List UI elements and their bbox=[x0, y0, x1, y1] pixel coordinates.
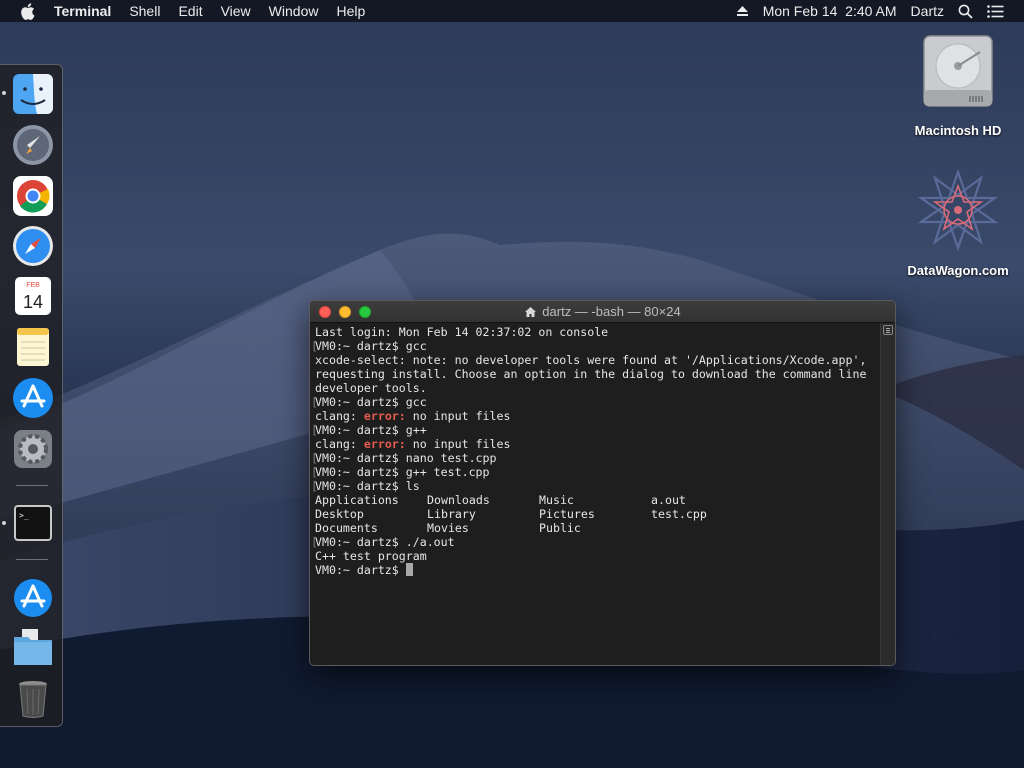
datawagon-star-icon bbox=[917, 168, 999, 252]
terminal-titlebar[interactable]: dartz — -bash — 80×24 bbox=[310, 301, 895, 323]
home-folder-icon bbox=[525, 306, 537, 317]
terminal-line: developer tools. bbox=[315, 381, 427, 395]
error-label: error: bbox=[363, 437, 406, 451]
zoom-button[interactable] bbox=[359, 306, 371, 318]
desktop-icon-macintosh-hd[interactable]: Macintosh HD bbox=[903, 32, 1013, 138]
dock: FEB 14 >_ bbox=[0, 64, 63, 727]
notes-icon[interactable] bbox=[12, 326, 54, 368]
minimize-button[interactable] bbox=[339, 306, 351, 318]
terminal-line: [VM0:~ dartz$ ls] bbox=[311, 479, 885, 493]
system-preferences-icon[interactable] bbox=[12, 428, 54, 470]
terminal-line: [VM0:~ dartz$ gcc] bbox=[311, 395, 885, 409]
apple-menu-icon[interactable] bbox=[20, 2, 38, 20]
safari-icon[interactable] bbox=[12, 225, 54, 267]
terminal-line: Last login: Mon Feb 14 02:37:02 on conso… bbox=[315, 325, 609, 339]
desktop-icon-label: Macintosh HD bbox=[914, 123, 1002, 138]
terminal-line: [VM0:~ dartz$ ./a.out] bbox=[311, 535, 885, 549]
downloads-folder-icon[interactable] bbox=[12, 627, 54, 669]
terminal-line: [VM0:~ dartz$ g++ test.cpp] bbox=[311, 465, 885, 479]
terminal-line: xcode-select: note: no developer tools w… bbox=[315, 353, 867, 367]
error-label: error: bbox=[363, 409, 406, 423]
close-button[interactable] bbox=[319, 306, 331, 318]
menu-app-terminal[interactable]: Terminal bbox=[54, 0, 120, 22]
chrome-icon[interactable] bbox=[12, 175, 54, 217]
terminal-line: [VM0:~ dartz$ gcc] bbox=[311, 339, 885, 353]
calendar-icon[interactable]: FEB 14 bbox=[12, 275, 54, 317]
terminal-scrollbar[interactable] bbox=[880, 323, 895, 665]
terminal-window[interactable]: dartz — -bash — 80×24 Last login: Mon Fe… bbox=[309, 300, 896, 666]
menu-bar: Terminal Shell Edit View Window Help Mon… bbox=[0, 0, 1024, 22]
terminal-line: clang: error: no input files bbox=[315, 409, 511, 423]
trash-icon[interactable] bbox=[12, 677, 54, 719]
terminal-line: C++ test program bbox=[315, 549, 427, 563]
menu-edit[interactable]: Edit bbox=[169, 0, 211, 22]
text-cursor bbox=[405, 563, 413, 576]
ls-output-row: Documents Movies Public bbox=[315, 521, 581, 535]
terminal-prompt-line[interactable]: VM0:~ dartz$ bbox=[315, 563, 895, 577]
menu-help[interactable]: Help bbox=[327, 0, 374, 22]
eject-icon[interactable] bbox=[736, 5, 749, 17]
ls-output-row: Applications Downloads Music a.out bbox=[315, 493, 686, 507]
menu-view[interactable]: View bbox=[212, 0, 260, 22]
window-title: dartz — -bash — 80×24 bbox=[542, 304, 681, 319]
app-store-icon[interactable] bbox=[12, 377, 54, 419]
terminal-line: requesting install. Choose an option in … bbox=[315, 367, 867, 381]
launchpad-icon[interactable] bbox=[12, 124, 54, 166]
menubar-clock[interactable]: Mon Feb 14 2:40 AM bbox=[763, 3, 897, 19]
app-store-download-icon[interactable] bbox=[12, 576, 54, 618]
desktop-icon-label: DataWagon.com bbox=[907, 263, 1009, 278]
scrollbar-menu-icon[interactable] bbox=[883, 325, 893, 335]
calendar-day: 14 bbox=[23, 292, 43, 312]
menu-shell[interactable]: Shell bbox=[120, 0, 169, 22]
notification-center-icon[interactable] bbox=[987, 4, 1004, 18]
menu-window[interactable]: Window bbox=[260, 0, 328, 22]
finder-icon[interactable] bbox=[12, 73, 54, 115]
dock-separator bbox=[16, 559, 48, 560]
calendar-month: FEB bbox=[26, 282, 40, 289]
hard-drive-icon bbox=[923, 35, 993, 107]
terminal-line: [VM0:~ dartz$ nano test.cpp] bbox=[311, 451, 885, 465]
desktop-icon-datawagon[interactable]: DataWagon.com bbox=[903, 168, 1013, 278]
running-indicator bbox=[2, 91, 6, 95]
terminal-output[interactable]: Last login: Mon Feb 14 02:37:02 on conso… bbox=[310, 323, 895, 665]
running-indicator bbox=[2, 521, 6, 525]
ls-output-row: Desktop Library Pictures test.cpp bbox=[315, 507, 707, 521]
spotlight-search-icon[interactable] bbox=[958, 4, 973, 19]
window-controls bbox=[319, 306, 379, 318]
dock-separator bbox=[16, 485, 48, 486]
terminal-line: clang: error: no input files bbox=[315, 437, 511, 451]
terminal-line: [VM0:~ dartz$ g++] bbox=[311, 423, 885, 437]
svg-text:>_: >_ bbox=[19, 511, 29, 520]
terminal-icon[interactable]: >_ bbox=[12, 502, 54, 544]
menubar-user[interactable]: Dartz bbox=[911, 3, 944, 19]
